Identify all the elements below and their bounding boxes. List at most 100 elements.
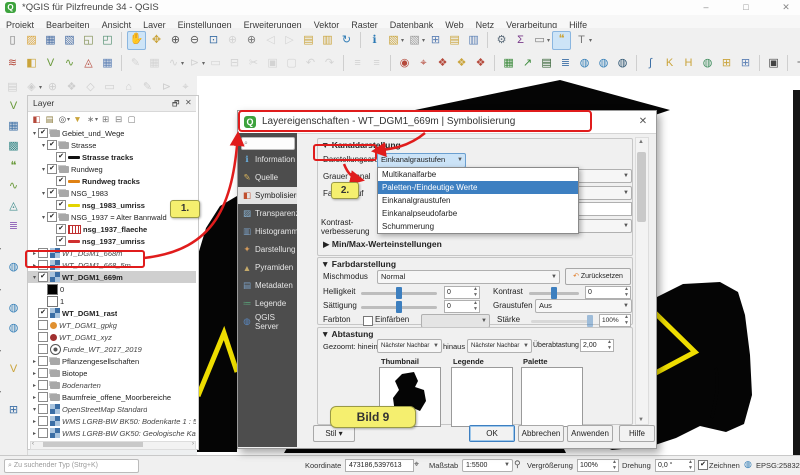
layer-tree-row[interactable]: ▸WMS LGRB-BW GK50: Geologische Ka xyxy=(28,427,196,439)
expander-icon[interactable]: ▸ xyxy=(31,382,38,389)
add-wfs-layer-icon-dropdown[interactable]: ▾ xyxy=(0,349,1,355)
dialog-scrollbar-thumb[interactable] xyxy=(637,152,646,222)
toggle-editing-icon[interactable]: ✎ xyxy=(127,55,144,72)
osm-search-icon[interactable]: ◉ xyxy=(396,55,413,72)
cancel-button[interactable]: Abbrechen xyxy=(518,425,564,442)
layer-tree-row[interactable]: ✔nsg_1937_umriss xyxy=(28,235,196,247)
zoom-full-icon[interactable]: ⊡ xyxy=(205,32,222,49)
field-calculator-icon[interactable]: ▥ xyxy=(465,32,482,49)
expander-icon[interactable]: ▸ xyxy=(31,262,38,269)
offset-curve-icon[interactable]: ▭ xyxy=(101,79,118,96)
plugin-red-icon[interactable]: ❖ xyxy=(434,55,451,72)
minimize-button[interactable]: – xyxy=(692,1,720,14)
select-by-form-icon[interactable]: ⊞ xyxy=(427,32,444,49)
digitize-icon[interactable]: ∿ xyxy=(165,55,182,72)
filter-legend-icon[interactable]: ▼ xyxy=(71,113,84,126)
expander-icon[interactable]: ▾ xyxy=(31,406,38,413)
kml-export-icon[interactable]: K xyxy=(661,55,678,72)
options-gear-icon[interactable]: ⚙ xyxy=(493,32,510,49)
zoom-to-selection-icon[interactable]: ⊕ xyxy=(224,32,241,49)
layer-visibility-checkbox[interactable] xyxy=(38,392,48,402)
help-contents-icon[interactable]: ▣ xyxy=(765,55,782,72)
dialog-search-input[interactable]: ⌕ xyxy=(241,137,295,150)
globe-dark-icon[interactable]: ◍ xyxy=(614,55,631,72)
magnifier-spinbox[interactable]: 100%▲▼ xyxy=(577,459,619,472)
layer-tree-row[interactable]: 0 xyxy=(28,283,196,295)
crosshair-icon[interactable]: ✛ xyxy=(793,55,800,72)
pan-map-icon[interactable]: ✋ xyxy=(127,31,146,50)
render-type-option[interactable]: Einkanalpseudofarbe xyxy=(378,207,578,220)
apply-button[interactable]: Anwenden xyxy=(567,425,613,442)
layer-visibility-checkbox[interactable]: ✔ xyxy=(38,272,48,282)
identify-features-icon[interactable]: ℹ xyxy=(366,32,383,49)
render-type-option[interactable]: Einkanalgraustufen xyxy=(378,194,578,207)
add-mesh-layer-icon[interactable]: ▩ xyxy=(5,138,22,155)
dialog-tab-symbolisierung[interactable]: ◧Symbolisierung xyxy=(238,187,297,204)
scroll-up-icon[interactable]: ▲ xyxy=(638,139,644,145)
zoomed-in-combobox[interactable]: Nächster Nachbar▼ xyxy=(377,339,442,353)
new-project-icon[interactable]: ▯ xyxy=(4,32,21,49)
new-print-layout-icon[interactable]: ◱ xyxy=(80,32,97,49)
layer-tree-row[interactable]: ▾✔Rundweg xyxy=(28,163,196,175)
expander-icon[interactable]: ▾ xyxy=(31,130,38,137)
attribute-table-icon[interactable]: ▤ xyxy=(446,32,463,49)
layer-visibility-checkbox[interactable] xyxy=(38,332,48,342)
layer-visibility-checkbox[interactable] xyxy=(38,260,48,270)
expander-icon[interactable]: ▸ xyxy=(31,418,38,425)
add-raster-layer-icon[interactable]: ▦ xyxy=(5,118,22,135)
style-manager-icon[interactable]: ◧ xyxy=(23,55,40,72)
refresh-map-icon[interactable]: ↻ xyxy=(338,32,355,49)
layer-visibility-checkbox[interactable]: ✔ xyxy=(38,128,48,138)
cut-features-icon[interactable]: ✂ xyxy=(245,55,262,72)
close-button[interactable]: ✕ xyxy=(772,1,800,14)
expander-icon[interactable]: ▾ xyxy=(40,142,47,149)
contrast-spinbox[interactable]: 0▲▼ xyxy=(585,286,631,299)
expander-icon[interactable]: ▾ xyxy=(40,214,47,221)
expander-icon[interactable]: ▸ xyxy=(31,370,38,377)
maximize-button[interactable]: □ xyxy=(732,1,760,14)
layer-tree-row[interactable]: ▸WT_DGM1_668_5m xyxy=(28,259,196,271)
add-spline-icon[interactable]: ∿ xyxy=(5,178,22,195)
grass-region-icon[interactable]: ↗ xyxy=(519,55,536,72)
copy-features-icon[interactable]: ▣ xyxy=(264,55,281,72)
statistics-sigma-icon[interactable]: Σ xyxy=(512,32,529,49)
expander-icon[interactable]: ▾ xyxy=(31,274,38,281)
plugin-red2-icon[interactable]: ❖ xyxy=(472,55,489,72)
locator-search-input[interactable]: ⌕ Zu suchender Typ (Strg+K) xyxy=(4,459,139,473)
oversampling-spinbox[interactable]: 2,00▲▼ xyxy=(580,339,614,352)
render-type-combobox[interactable]: Einkanalgraustufen▼ xyxy=(377,153,466,168)
layer-tree-row[interactable]: Funde_WT_2017_2019 xyxy=(28,343,196,355)
deselect-features-icon-dropdown[interactable]: ▾ xyxy=(422,37,425,44)
ok-button[interactable]: OK xyxy=(469,425,515,442)
measure-icon-dropdown[interactable]: ▾ xyxy=(547,37,550,44)
scroll-down-icon[interactable]: ▼ xyxy=(638,417,644,423)
layer-tree-row[interactable]: WT_DGM1_gpkg xyxy=(28,319,196,331)
scale-combobox[interactable]: 1:5500▼ xyxy=(462,459,513,472)
new-vector-layer-icon[interactable]: V xyxy=(5,98,22,115)
expander-icon[interactable]: ▾ xyxy=(40,190,47,197)
grass-tools-icon[interactable]: ▦ xyxy=(500,55,517,72)
color-rendering-header[interactable]: ▼ Farbdarstellung xyxy=(321,259,396,269)
layer-visibility-checkbox[interactable]: ✔ xyxy=(38,308,48,318)
filter-expression-icon-dropdown[interactable]: ▾ xyxy=(95,116,98,123)
crs-status[interactable]: EPSG:25832 xyxy=(756,461,800,470)
new-virtual-layer-icon[interactable]: ▦ xyxy=(99,55,116,72)
select-features-icon-dropdown[interactable]: ▾ xyxy=(401,37,404,44)
layer-visibility-checkbox[interactable]: ✔ xyxy=(47,188,57,198)
add-part-icon[interactable]: ❖ xyxy=(63,79,80,96)
add-wms-layer-icon-dropdown[interactable]: ▾ xyxy=(0,288,1,294)
close-panel-icon[interactable]: ✕ xyxy=(185,98,192,107)
crs-globe-icon[interactable]: ◍ xyxy=(744,459,752,470)
layer-tree-row[interactable]: ▾✔Strasse xyxy=(28,139,196,151)
layer-tree-row[interactable]: ▾✔WT_DGM1_669m xyxy=(28,271,196,283)
add-text-layer-icon[interactable]: ❝ xyxy=(5,158,22,175)
new-scratch-layer-icon[interactable]: ◬ xyxy=(80,55,97,72)
new-bookmark-icon[interactable]: ▤ xyxy=(300,32,317,49)
grid-icon[interactable]: ⊞ xyxy=(737,55,754,72)
layer-tree-row[interactable]: ▸WMS LGRB-BW BK50: Bodenkarte 1 : 5 xyxy=(28,415,196,427)
layer-visibility-checkbox[interactable] xyxy=(38,428,48,438)
dialog-tab-metadaten[interactable]: ▤Metadaten xyxy=(238,277,297,294)
resampling-header[interactable]: ▼ Abtastung xyxy=(321,329,374,339)
db-manager-icon[interactable]: ≣ xyxy=(557,55,574,72)
metasearch-globe-icon[interactable]: ◍ xyxy=(576,55,593,72)
